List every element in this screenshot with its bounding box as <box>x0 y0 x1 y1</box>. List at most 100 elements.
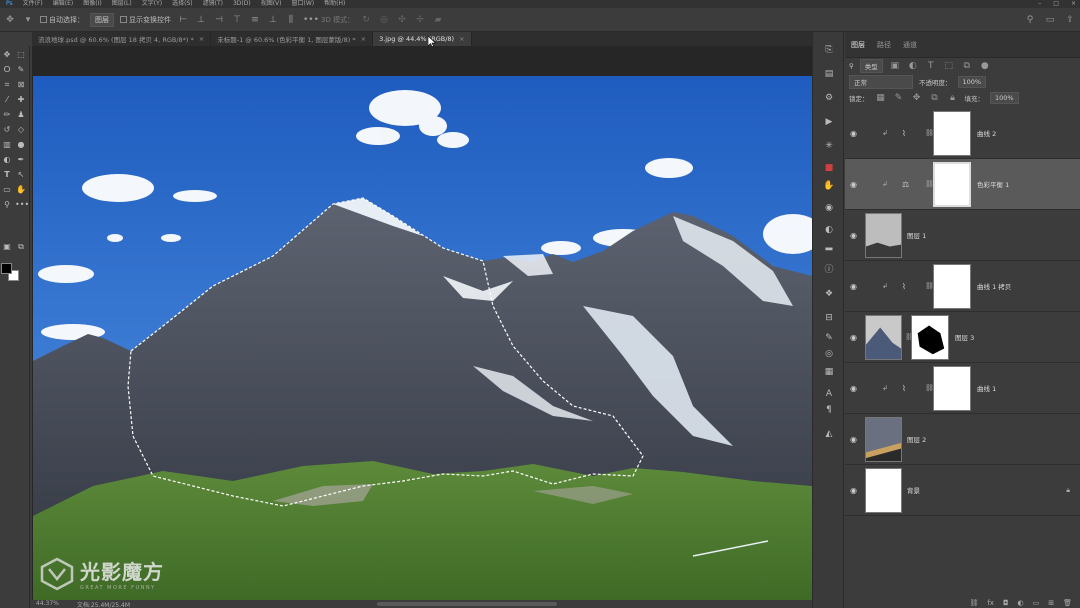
navigator-icon[interactable]: ❖ <box>823 288 835 300</box>
lock-position-icon[interactable]: ✥ <box>911 93 923 103</box>
screen-mode-icon[interactable]: ⧉ <box>15 241 27 253</box>
menu-select[interactable]: 选择(S) <box>172 0 193 8</box>
menu-view[interactable]: 视图(V) <box>261 0 282 8</box>
pen-tool-icon[interactable]: ✒ <box>15 154 27 166</box>
fill-input[interactable]: 100% <box>990 92 1019 104</box>
brush-tool-icon[interactable]: ✏ <box>1 109 13 121</box>
foreground-color-swatch[interactable] <box>1 263 12 274</box>
filter-pixel-icon[interactable]: ▣ <box>889 61 901 71</box>
menu-help[interactable]: 帮助(H) <box>324 0 345 8</box>
3d-drag-icon[interactable]: ✣ <box>396 15 408 25</box>
menu-3d[interactable]: 3D(D) <box>233 0 251 8</box>
lock-transparent-icon[interactable]: ▦ <box>875 93 887 103</box>
layer-row-color-balance-1[interactable]: ◉ ↲ ⚖ ⛓ 色彩平衡 1 <box>845 159 1080 210</box>
glyphs-icon[interactable]: ◎ <box>823 348 835 360</box>
path-select-tool-icon[interactable]: ↖ <box>15 169 27 181</box>
lasso-tool-icon[interactable]: ⵔ <box>1 64 13 76</box>
blur-tool-icon[interactable]: ● <box>15 139 27 151</box>
type-tool-icon[interactable]: T <box>1 169 13 181</box>
doc-size-readout[interactable]: 文档:25.4M/25.4M <box>77 600 130 608</box>
lock-all-icon[interactable]: 🔒︎ <box>947 93 959 103</box>
dodge-tool-icon[interactable]: ◐ <box>1 154 13 166</box>
align-right-icon[interactable]: ⊣ <box>213 15 225 25</box>
hand-icon[interactable]: ✋ <box>823 180 835 192</box>
menu-window[interactable]: 窗口(W) <box>292 0 315 8</box>
tab-document-1[interactable]: 流浪地球.psd @ 60.6% (图层 18 拷贝 4, RGB/8*) * × <box>32 32 212 46</box>
lock-icon[interactable]: 🔒︎ <box>1066 486 1070 495</box>
tab-channels[interactable]: 通道 <box>903 40 917 50</box>
auto-select-toggle[interactable]: 自动选择： <box>40 15 84 25</box>
link-layers-icon[interactable]: ⛓ <box>969 599 978 607</box>
layer-thumbnail[interactable] <box>865 417 902 462</box>
minimize-icon[interactable]: – <box>1038 0 1041 8</box>
layer-name[interactable]: 曲线 1 <box>977 383 996 393</box>
layer-mask-thumbnail[interactable] <box>933 264 971 309</box>
lock-pixels-icon[interactable]: ✎ <box>893 93 905 103</box>
lock-artboard-icon[interactable]: ⧉ <box>929 93 941 103</box>
visibility-eye-icon[interactable]: ◉ <box>850 180 857 189</box>
zoom-tool-icon[interactable]: ⚲ <box>1 199 13 211</box>
history-brush-icon[interactable]: ↺ <box>1 124 13 136</box>
color-wheel-icon[interactable]: ◉ <box>823 202 835 214</box>
visibility-eye-icon[interactable]: ◉ <box>850 333 857 342</box>
quick-select-tool-icon[interactable]: ✎ <box>15 64 27 76</box>
add-mask-icon[interactable]: ◘ <box>1003 599 1009 607</box>
marquee-tool-icon[interactable]: ⬚ <box>15 49 27 61</box>
close-tab-icon[interactable]: × <box>459 35 464 43</box>
auto-select-dropdown[interactable]: 图层 <box>90 12 114 27</box>
zoom-readout[interactable]: 44.37% <box>36 600 59 608</box>
workspace-icon[interactable]: ▭ <box>1044 15 1056 25</box>
close-tab-icon[interactable]: × <box>199 35 204 43</box>
layer-row-layer-1[interactable]: ◉ 图层 1 <box>845 210 1080 261</box>
layer-name[interactable]: 色彩平衡 1 <box>977 179 1009 189</box>
healing-tool-icon[interactable]: ✚ <box>15 94 27 106</box>
mountain-photo[interactable] <box>33 76 812 602</box>
layer-thumbnail[interactable] <box>865 468 902 513</box>
menu-type[interactable]: 文字(Y) <box>142 0 162 8</box>
quick-mask-icon[interactable]: ▣ <box>1 241 13 253</box>
share-icon[interactable]: ⇪ <box>1064 15 1076 25</box>
layer-name[interactable]: 图层 1 <box>907 230 926 240</box>
actions-play-icon[interactable]: ▶ <box>823 116 835 128</box>
menu-edit[interactable]: 编辑(E) <box>53 0 73 8</box>
menu-image[interactable]: 图像(I) <box>83 0 101 8</box>
layer-name[interactable]: 图层 3 <box>955 332 974 342</box>
3d-roll-icon[interactable]: ◎ <box>378 15 390 25</box>
show-transform-checkbox[interactable] <box>120 16 127 23</box>
chevron-down-icon[interactable]: ▾ <box>22 15 34 25</box>
layer-row-layer-2[interactable]: ◉ 图层 2 <box>845 414 1080 465</box>
filter-smart-icon[interactable]: ⧉ <box>961 61 973 71</box>
search-icon[interactable]: ⚲ <box>1024 15 1036 25</box>
eraser-tool-icon[interactable]: ◇ <box>15 124 27 136</box>
gradients-icon[interactable]: ◐ <box>823 224 835 236</box>
layer-mask-thumbnail[interactable] <box>933 366 971 411</box>
hand-tool-icon[interactable]: ✋ <box>15 184 27 196</box>
filter-shape-icon[interactable]: ⬚ <box>943 61 955 71</box>
layer-row-background[interactable]: ◉ 背景 🔒︎ <box>845 465 1080 516</box>
canvas-area[interactable]: 光影魔方 GREAT MORE FUNNY <box>32 46 812 602</box>
new-adjustment-icon[interactable]: ◐ <box>1018 599 1024 607</box>
eyedropper-tool-icon[interactable]: ⁄ <box>1 94 13 106</box>
opacity-input[interactable]: 100% <box>957 76 987 88</box>
filter-kind-dropdown[interactable]: 类型 <box>859 59 883 73</box>
visibility-eye-icon[interactable]: ◉ <box>850 486 857 495</box>
close-icon[interactable]: × <box>1071 0 1076 8</box>
move-tool-icon[interactable]: ✥ <box>4 15 16 25</box>
info-icon[interactable]: ⓘ <box>823 264 835 276</box>
visibility-eye-icon[interactable]: ◉ <box>850 384 857 393</box>
channels-mixer-icon[interactable]: ⊟ <box>823 312 835 324</box>
align-bottom-icon[interactable]: ⊥ <box>267 15 279 25</box>
visibility-eye-icon[interactable]: ◉ <box>850 231 857 240</box>
layer-style-icon[interactable]: fx <box>987 599 994 607</box>
more-options-icon[interactable]: ••• <box>303 15 319 25</box>
grid-icon[interactable]: ▦ <box>823 366 835 378</box>
tab-document-3[interactable]: 3.jpg @ 44.4% (RGB/8) × <box>373 32 472 46</box>
crop-tool-icon[interactable]: ⌗ <box>1 79 13 91</box>
stamp-tool-icon[interactable]: ♟ <box>15 109 27 121</box>
menu-file[interactable]: 文件(F) <box>23 0 43 8</box>
more-tools-icon[interactable]: ••• <box>15 199 29 211</box>
3d-panel-icon[interactable]: ◭ <box>823 428 835 440</box>
layer-row-curves-1-copy[interactable]: ◉ ↲ ⌇ ⛓ 曲线 1 拷贝 <box>845 261 1080 312</box>
layer-mask-thumbnail[interactable] <box>911 315 949 360</box>
tab-layers[interactable]: 图层 <box>851 40 865 50</box>
